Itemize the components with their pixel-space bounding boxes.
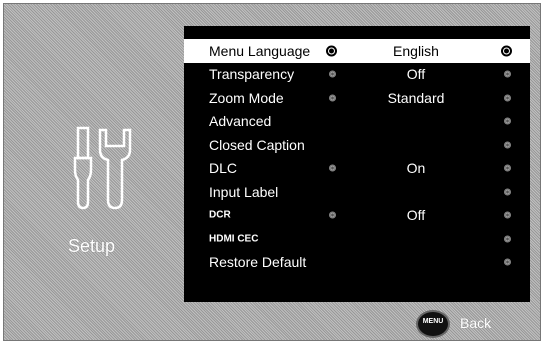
menu-item-value: Off [406,66,426,83]
menu-item[interactable]: Restore Default [184,251,530,275]
menu-item-value: On [406,160,426,177]
menu-item[interactable]: Transparency Off [184,63,530,87]
tv-screen: Setup Menu Language English Transparency Of… [3,3,541,341]
menu-item-label: DLC [209,160,238,177]
menu-item-label: Restore Default [209,254,307,271]
submenu-arrow-icon [504,258,511,266]
menu-item-value: Off [406,207,426,224]
submenu-arrow-icon [504,188,511,196]
option-dot-icon [329,164,336,172]
menu-item[interactable]: Advanced [184,110,530,134]
option-dot-icon [326,45,337,57]
back-label: Back [460,315,492,331]
option-dot-icon [329,211,336,219]
menu-item[interactable]: HDMI CEC [184,227,530,251]
submenu-arrow-icon [504,117,511,125]
menu-item-value: Standard [387,89,445,106]
menu-item[interactable]: DLC On [184,157,530,181]
menu-list: Menu Language English Transparency Off Zoom … [184,39,530,274]
submenu-arrow-icon [504,164,511,172]
menu-item[interactable]: Zoom Mode Standard [184,86,530,110]
menu-item-label: Input Label [209,183,279,200]
submenu-arrow-icon [504,235,511,243]
menu-item-label: Transparency [209,66,295,83]
menu-item-label: HDMI CEC [209,233,259,245]
menu-item-label: Menu Language [209,42,311,59]
submenu-arrow-icon [504,211,511,219]
menu-item[interactable]: Closed Caption [184,133,530,157]
menu-item[interactable]: Menu Language English [184,39,530,63]
option-dot-icon [329,70,336,78]
submenu-arrow-icon [504,94,511,102]
tools-icon [73,126,132,210]
submenu-arrow-icon [504,141,511,149]
menu-item[interactable]: Input Label [184,180,530,204]
submenu-arrow-icon [504,70,511,78]
menu-item-label: DCR [209,209,231,221]
menu-item-label: Closed Caption [209,136,305,153]
setup-label: Setup [68,236,116,256]
setup-menu-panel: Menu Language English Transparency Off Zoom … [184,26,530,302]
menu-item-label: Advanced [209,113,272,130]
menu-item[interactable]: DCR Off [184,204,530,228]
submenu-arrow-icon [501,45,512,57]
menu-item-value: English [393,42,439,59]
menu-item-label: Zoom Mode [209,89,284,106]
option-dot-icon [329,94,336,102]
menu-button-icon[interactable]: MENU [416,310,450,338]
